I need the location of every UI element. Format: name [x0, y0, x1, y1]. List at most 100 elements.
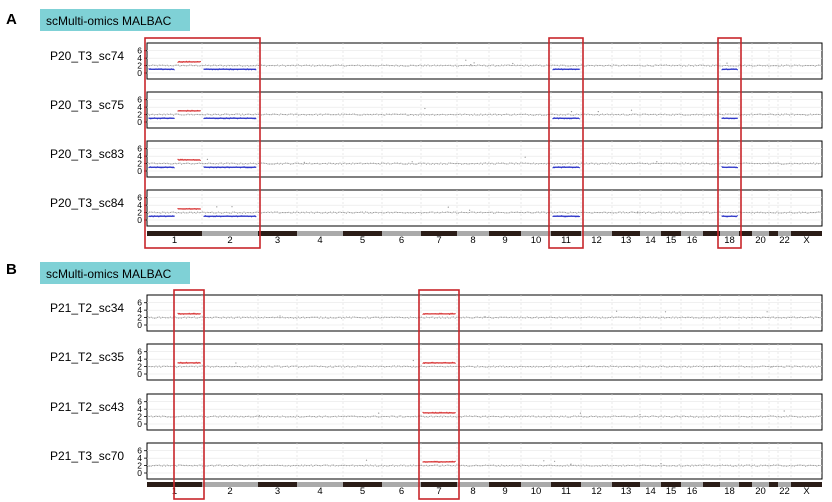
- copy-number-point: [286, 365, 288, 367]
- copy-number-point: [448, 416, 450, 418]
- copy-number-point: [817, 211, 819, 213]
- copy-number-point: [573, 366, 575, 368]
- copy-number-point: [797, 317, 799, 319]
- copy-number-point: [534, 212, 536, 214]
- copy-number-point: [273, 464, 275, 466]
- copy-number-point: [606, 464, 608, 466]
- copy-number-point: [150, 316, 152, 318]
- copy-number-point: [291, 113, 293, 115]
- copy-number-point: [517, 465, 519, 467]
- copy-number-point: [753, 163, 755, 165]
- copy-number-point: [184, 163, 186, 165]
- copy-number-point: [163, 316, 165, 319]
- copy-number-point: [395, 416, 397, 418]
- copy-number-point: [766, 316, 768, 318]
- copy-number-point: [161, 415, 163, 417]
- copy-number-point: [544, 211, 546, 213]
- copy-number-point: [246, 163, 248, 165]
- copy-number-point: [473, 317, 475, 319]
- copy-number-point: [309, 415, 311, 417]
- copy-number-point: [497, 211, 499, 213]
- copy-number-point: [195, 317, 197, 319]
- copy-number-point: [489, 316, 491, 319]
- copy-number-point: [270, 316, 272, 318]
- copy-number-point: [600, 465, 602, 467]
- copy-number-point: [585, 366, 587, 368]
- copy-number-point: [486, 316, 488, 319]
- copy-number-point: [339, 316, 341, 318]
- copy-number-point: [779, 317, 781, 319]
- copy-number-point: [733, 163, 735, 165]
- copy-number-point: [446, 211, 448, 213]
- copy-number-point: [462, 316, 464, 318]
- copy-number-point: [449, 162, 451, 164]
- copy-number-point: [529, 113, 531, 116]
- copy-number-point: [165, 416, 167, 418]
- copy-number-point: [501, 64, 503, 66]
- copy-number-point: [734, 317, 736, 319]
- copy-number-point: [390, 163, 392, 165]
- copy-number-point: [697, 317, 699, 319]
- copy-number-point: [525, 113, 527, 115]
- copy-number-point: [312, 416, 314, 418]
- copy-number-point: [368, 163, 370, 165]
- copy-number-point: [229, 212, 231, 214]
- copy-number-point: [176, 366, 178, 368]
- copy-number-point: [261, 316, 263, 319]
- copy-number-point: [771, 163, 773, 165]
- copy-number-point: [169, 113, 171, 115]
- copy-number-point: [558, 211, 560, 213]
- copy-number-point: [624, 65, 626, 67]
- copy-number-point: [401, 212, 403, 214]
- copy-number-point: [736, 162, 738, 164]
- copy-number-point: [259, 366, 261, 368]
- copy-number-point: [614, 212, 616, 214]
- copy-number-point: [352, 64, 354, 66]
- copy-number-point: [200, 316, 202, 318]
- copy-number-point: [513, 465, 515, 467]
- copy-number-point: [269, 211, 271, 214]
- copy-number-point: [160, 113, 162, 115]
- copy-number-point: [166, 162, 168, 164]
- copy-number-point: [758, 212, 760, 214]
- copy-number-point: [177, 162, 179, 164]
- copy-number-point: [518, 212, 520, 214]
- copy-number-point: [553, 163, 555, 165]
- copy-number-point: [755, 366, 757, 368]
- copy-number-point: [531, 212, 533, 214]
- copy-number-point: [238, 113, 240, 115]
- copy-number-point: [486, 366, 488, 368]
- copy-number-point: [729, 316, 731, 318]
- copy-number-point: [310, 316, 312, 318]
- copy-number-point: [397, 416, 399, 418]
- copy-number-point: [213, 163, 215, 165]
- copy-number-point: [505, 316, 507, 318]
- copy-number-point: [435, 162, 437, 164]
- copy-number-point: [555, 465, 557, 467]
- copy-number-point: [293, 317, 295, 319]
- copy-number-point: [430, 465, 432, 467]
- copy-number-point: [187, 316, 189, 318]
- outlier-point: [231, 206, 233, 208]
- copy-number-point: [251, 65, 253, 67]
- copy-number-point: [809, 113, 811, 115]
- copy-number-point: [664, 162, 666, 164]
- copy-number-point: [798, 317, 800, 319]
- copy-number-point: [763, 464, 765, 466]
- copy-number-point: [411, 316, 413, 319]
- copy-number-point: [416, 65, 418, 67]
- copy-number-point: [289, 465, 291, 467]
- copy-number-point: [283, 64, 285, 66]
- copy-number-point: [595, 162, 597, 164]
- copy-number-point: [446, 163, 448, 165]
- copy-number-point: [659, 64, 661, 66]
- copy-number-point: [296, 317, 298, 319]
- copy-number-point: [601, 464, 603, 466]
- copy-number-point: [598, 114, 600, 116]
- copy-number-point: [301, 65, 303, 67]
- copy-number-point: [491, 211, 493, 213]
- copy-number-point: [737, 162, 739, 164]
- copy-number-point: [451, 416, 453, 418]
- copy-number-point: [248, 113, 250, 115]
- copy-number-point: [245, 366, 247, 368]
